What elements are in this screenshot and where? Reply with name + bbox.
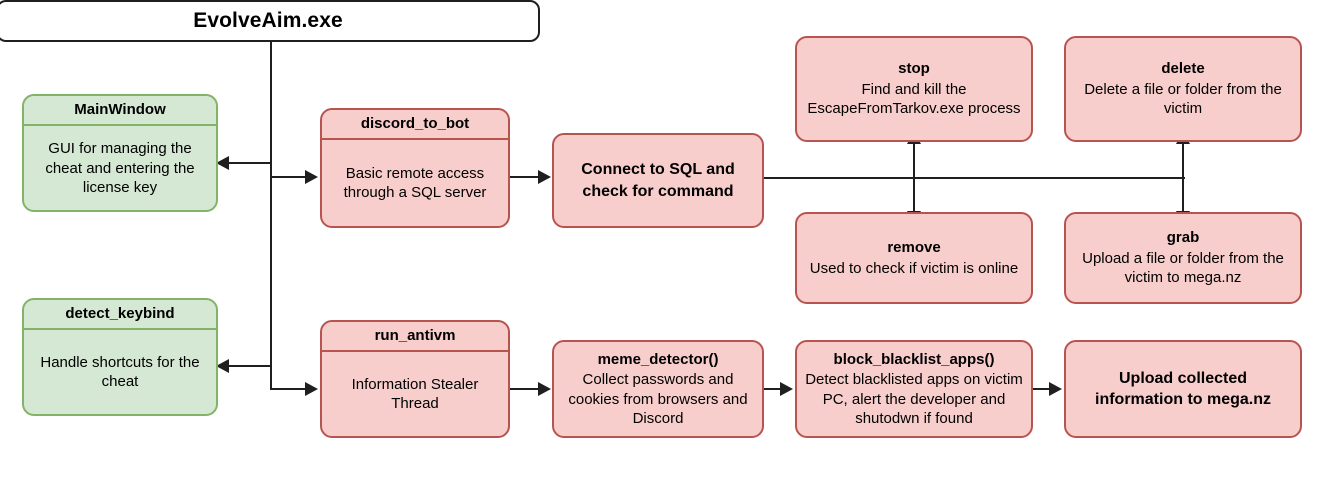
node-delete-content: delete Delete a file or folder from the … bbox=[1066, 38, 1300, 140]
edge-discord-to-connect bbox=[510, 176, 540, 178]
node-grab-content: grab Upload a file or folder from the vi… bbox=[1066, 214, 1300, 302]
arrowhead-to-discord-to-bot bbox=[305, 170, 318, 184]
node-meme-detector[interactable]: meme_detector() Collect passwords and co… bbox=[552, 340, 764, 438]
node-detect-keybind-header: detect_keybind bbox=[24, 300, 216, 331]
node-remove-name: remove bbox=[887, 239, 941, 256]
node-upload-collected-information[interactable]: Upload collected information to mega.nz bbox=[1064, 340, 1302, 438]
node-meme-detector-content: meme_detector() Collect passwords and co… bbox=[554, 342, 762, 436]
node-run-antivm-body: Information Stealer Thread bbox=[351, 375, 479, 413]
node-block-blacklist-apps[interactable]: block_blacklist_apps() Detect blackliste… bbox=[795, 340, 1033, 438]
node-block-blacklist-apps-content: block_blacklist_apps() Detect blackliste… bbox=[797, 342, 1031, 436]
edge-trunk-to-discord-to-bot bbox=[271, 176, 307, 178]
node-detect-keybind-body: Handle shortcuts for the cheat bbox=[40, 353, 200, 391]
node-meme-detector-name: meme_detector() bbox=[597, 350, 719, 368]
node-stop[interactable]: stop Find and kill the EscapeFromTarkov.… bbox=[795, 36, 1033, 142]
edge-runantivm-to-memedetector bbox=[510, 388, 540, 390]
node-grab[interactable]: grab Upload a file or folder from the vi… bbox=[1064, 212, 1302, 304]
node-discord-to-bot-body: Basic remote access through a SQL server bbox=[343, 164, 487, 202]
arrowhead-to-run-antivm bbox=[305, 382, 318, 396]
node-mainwindow-body: GUI for managing the cheat and entering … bbox=[45, 140, 195, 196]
node-stop-desc: Find and kill the EscapeFromTarkov.exe p… bbox=[807, 80, 1021, 118]
edge-trunk-to-run-antivm bbox=[270, 388, 307, 390]
node-mainwindow-header: MainWindow bbox=[24, 96, 216, 127]
node-connect-to-sql-body: Connect to SQL and check for command bbox=[581, 161, 735, 200]
node-grab-name: grab bbox=[1166, 229, 1200, 247]
arrowhead-to-connect-sql bbox=[538, 170, 551, 184]
node-stop-content: stop Find and kill the EscapeFromTarkov.… bbox=[797, 38, 1031, 140]
node-meme-detector-desc: Collect passwords and cookies from brows… bbox=[568, 371, 748, 427]
node-discord-to-bot-header: discord_to_bot bbox=[322, 110, 508, 141]
node-mainwindow[interactable]: MainWindow GUI for managing the cheat an… bbox=[22, 94, 218, 212]
node-stop-name: stop bbox=[898, 60, 930, 78]
edge-bus-to-stop-remove bbox=[913, 142, 915, 214]
edge-bus-to-delete-grab bbox=[1182, 142, 1184, 214]
node-detect-keybind[interactable]: detect_keybind Handle shortcuts for the … bbox=[22, 298, 218, 416]
node-run-antivm-header: run_antivm bbox=[322, 322, 508, 353]
node-delete-desc: Delete a file or folder from the victim bbox=[1084, 80, 1282, 118]
diagram-canvas: EvolveAim.exe MainWindow GUI for managin… bbox=[0, 0, 1320, 500]
edge-root-trunk bbox=[270, 42, 272, 390]
edge-command-bus bbox=[763, 177, 1185, 179]
node-connect-to-sql[interactable]: Connect to SQL and check for command bbox=[552, 133, 764, 228]
node-discord-to-bot[interactable]: discord_to_bot Basic remote access throu… bbox=[320, 108, 510, 228]
node-upload-collected-information-body: Upload collected information to mega.nz bbox=[1095, 369, 1271, 408]
edge-trunk-to-detect-keybind bbox=[228, 365, 272, 367]
node-remove[interactable]: remove Used to check if victim is online bbox=[795, 212, 1033, 304]
arrowhead-to-block-blacklist-apps bbox=[780, 382, 793, 396]
node-grab-desc: Upload a file or folder from the victim … bbox=[1082, 249, 1284, 287]
node-remove-content: remove Used to check if victim is online bbox=[797, 214, 1031, 302]
node-remove-desc: Used to check if victim is online bbox=[809, 259, 1019, 277]
node-delete[interactable]: delete Delete a file or folder from the … bbox=[1064, 36, 1302, 142]
node-evolveaim-exe[interactable]: EvolveAim.exe bbox=[0, 0, 540, 42]
node-block-blacklist-apps-name: block_blacklist_apps() bbox=[833, 350, 995, 368]
node-block-blacklist-apps-desc: Detect blacklisted apps on victim PC, al… bbox=[805, 371, 1023, 427]
arrowhead-to-upload-mega bbox=[1049, 382, 1062, 396]
root-title: EvolveAim.exe bbox=[193, 9, 343, 32]
node-delete-name: delete bbox=[1161, 60, 1205, 78]
arrowhead-to-meme-detector bbox=[538, 382, 551, 396]
edge-trunk-to-mainwindow bbox=[228, 162, 272, 164]
node-run-antivm[interactable]: run_antivm Information Stealer Thread bbox=[320, 320, 510, 438]
